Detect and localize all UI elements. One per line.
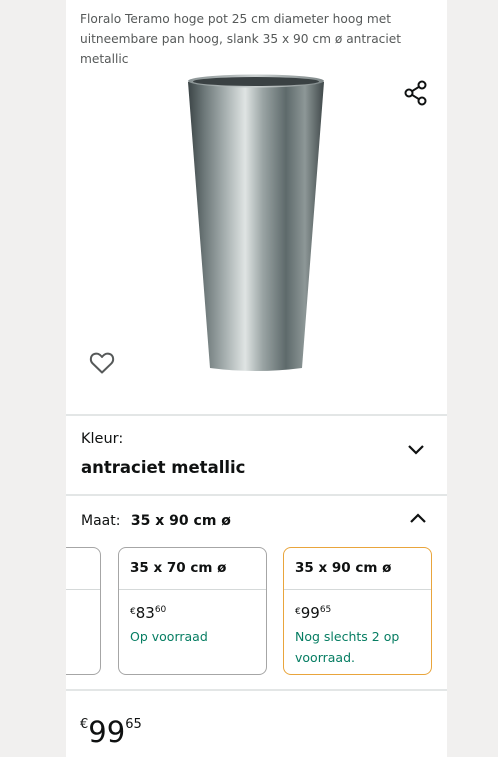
size-option-size: 35 x 90 cm ø xyxy=(284,548,431,590)
size-label: Maat: xyxy=(81,513,121,529)
size-option-card-partial[interactable] xyxy=(66,547,101,675)
size-option-size xyxy=(66,548,100,590)
heart-icon[interactable] xyxy=(89,351,115,375)
product-page: Floralo Teramo hoge pot 25 cm diameter h… xyxy=(66,0,447,757)
size-option-card-selected[interactable]: 35 x 90 cm ø €9965 Nog slechts 2 op voor… xyxy=(283,547,432,675)
size-value: 35 x 90 cm ø xyxy=(130,513,231,529)
chevron-up-icon[interactable] xyxy=(409,511,427,525)
size-option-stock: Op voorraad xyxy=(130,629,208,644)
size-option-stock: Nog slechts 2 op voorraad. xyxy=(295,629,400,665)
divider xyxy=(66,494,447,496)
divider xyxy=(66,414,447,416)
chevron-down-icon[interactable] xyxy=(407,443,425,457)
size-option-card[interactable]: 35 x 70 cm ø €8360 Op voorraad xyxy=(118,547,267,675)
product-price: €9965 xyxy=(80,715,142,749)
size-option-price: €9965 xyxy=(295,604,332,622)
size-option-price: €8360 xyxy=(130,604,167,622)
size-selector-header[interactable]: Maat: 35 x 90 cm ø xyxy=(81,513,231,529)
colour-value[interactable]: antraciet metallic xyxy=(81,458,245,477)
size-option-size: 35 x 70 cm ø xyxy=(119,548,266,590)
divider xyxy=(66,689,447,691)
colour-label: Kleur: xyxy=(81,431,124,447)
product-title: Floralo Teramo hoge pot 25 cm diameter h… xyxy=(80,12,402,66)
product-image[interactable] xyxy=(184,72,328,376)
share-icon[interactable] xyxy=(404,80,428,106)
